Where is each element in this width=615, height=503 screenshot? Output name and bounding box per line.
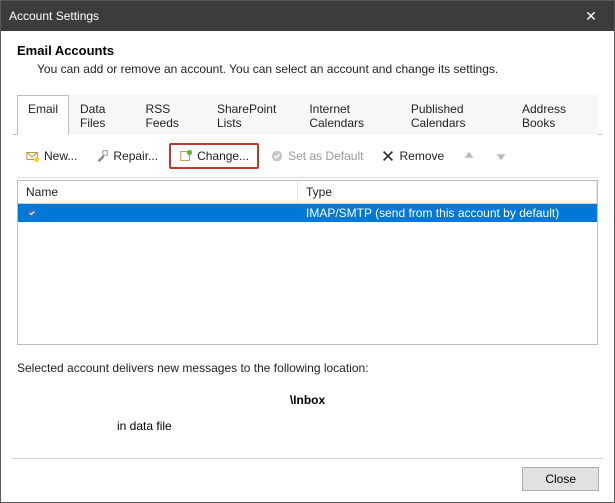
page-subheading: You can add or remove an account. You ca… (37, 62, 598, 76)
cell-type: IMAP/SMTP (send from this account by def… (298, 205, 597, 221)
close-button[interactable]: Close (522, 467, 599, 491)
remove-button[interactable]: Remove (374, 145, 451, 167)
set-default-button-label: Set as Default (288, 149, 363, 163)
tab-email[interactable]: Email (17, 95, 69, 135)
page-heading: Email Accounts (17, 43, 598, 58)
arrow-down-icon (494, 149, 508, 163)
dialog-buttons: Close (522, 467, 599, 491)
delivery-location-label: Selected account delivers new messages t… (17, 361, 598, 375)
repair-button-label: Repair... (113, 149, 158, 163)
new-button[interactable]: New... (19, 145, 84, 167)
title-bar: Account Settings ✕ (1, 1, 614, 31)
col-name[interactable]: Name (18, 181, 298, 203)
change-button[interactable]: Change... (169, 143, 259, 169)
check-circle-icon (270, 149, 284, 163)
repair-button[interactable]: Repair... (88, 145, 165, 167)
close-icon[interactable]: ✕ (576, 8, 606, 25)
tab-sharepoint-lists[interactable]: SharePoint Lists (206, 95, 298, 135)
move-up-button (455, 145, 483, 167)
change-button-label: Change... (197, 149, 249, 163)
envelope-new-icon (26, 149, 40, 163)
window-title: Account Settings (9, 9, 99, 23)
repair-icon (95, 149, 109, 163)
content-area: Email Accounts You can add or remove an … (1, 31, 614, 433)
tab-published-calendars[interactable]: Published Calendars (400, 95, 511, 135)
col-type[interactable]: Type (298, 181, 597, 203)
tab-data-files[interactable]: Data Files (69, 95, 135, 135)
arrow-up-icon (462, 149, 476, 163)
new-button-label: New... (44, 149, 77, 163)
cell-name (18, 206, 298, 220)
remove-icon (381, 149, 395, 163)
remove-button-label: Remove (399, 149, 444, 163)
change-icon (179, 149, 193, 163)
tab-strip: Email Data Files RSS Feeds SharePoint Li… (13, 94, 602, 135)
toolbar: New... Repair... Change... Set as Defaul… (17, 135, 598, 178)
delivery-path: \Inbox (17, 393, 598, 407)
set-default-button: Set as Default (263, 145, 370, 167)
default-account-icon (26, 207, 38, 219)
delivery-file: in data file (117, 419, 598, 433)
tab-internet-calendars[interactable]: Internet Calendars (298, 95, 400, 135)
table-header: Name Type (18, 181, 597, 204)
accounts-table: Name Type IMAP/SMTP (send from this acco… (17, 180, 598, 345)
tab-address-books[interactable]: Address Books (511, 95, 598, 135)
table-row[interactable]: IMAP/SMTP (send from this account by def… (18, 204, 597, 222)
move-down-button (487, 145, 515, 167)
footer-divider (12, 458, 603, 459)
tab-rss-feeds[interactable]: RSS Feeds (135, 95, 206, 135)
